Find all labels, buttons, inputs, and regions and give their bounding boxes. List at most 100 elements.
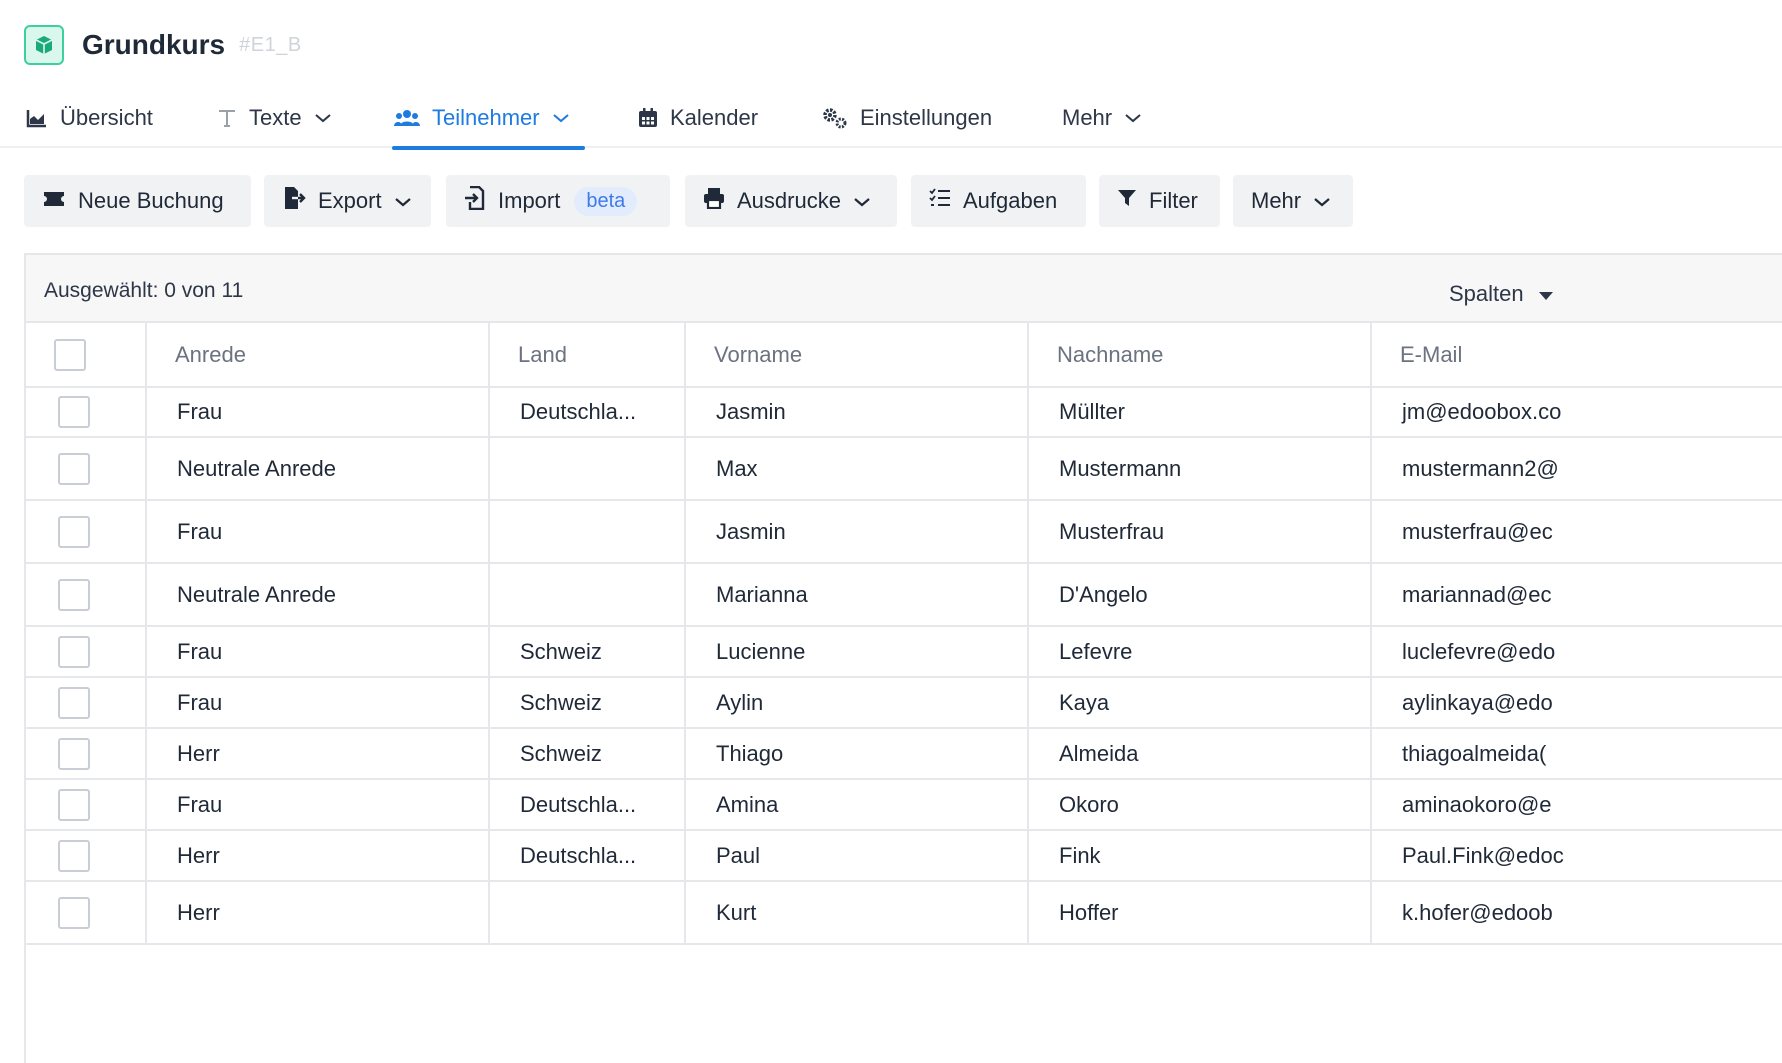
cell-anrede: Frau [146, 677, 490, 729]
column-header-anrede[interactable]: Anrede [146, 323, 490, 388]
main-tabs: Übersicht Texte Teilnehmer Kalender Eins… [0, 88, 1782, 150]
tab-einstellungen[interactable]: Einstellungen [822, 88, 992, 148]
select-all-checkbox[interactable] [54, 338, 86, 371]
chevron-down-icon [552, 112, 570, 124]
cell-anrede: Herr [146, 830, 490, 882]
table-row[interactable]: Neutrale Anrede Marianna D'Angelo marian… [26, 563, 1782, 627]
cell-email: musterfrau@ec [1371, 500, 1782, 564]
cell-anrede: Neutrale Anrede [146, 563, 490, 627]
row-select-cell [26, 387, 147, 438]
tab-label: Einstellungen [860, 105, 993, 130]
table-row[interactable]: Neutrale Anrede Max Mustermann musterman… [26, 437, 1782, 501]
chevron-down-icon [394, 188, 412, 214]
cell-email: aminaokoro@e [1371, 779, 1782, 831]
file-import-icon [464, 185, 486, 216]
print-icon [703, 187, 725, 215]
cell-land: Schweiz [489, 677, 686, 729]
chevron-down-icon [1313, 188, 1331, 214]
export-button[interactable]: Export [264, 175, 431, 227]
column-header-nachname[interactable]: Nachname [1028, 323, 1372, 388]
table-row[interactable]: Herr Kurt Hoffer k.hofer@edoob [26, 881, 1782, 945]
table-row[interactable]: Herr Deutschla... Paul Fink Paul.Fink@ed… [26, 830, 1782, 882]
select-all-cell [26, 323, 147, 388]
column-header-land[interactable]: Land [489, 323, 686, 388]
cell-nachname: D'Angelo [1028, 563, 1372, 627]
cell-nachname: Hoffer [1028, 881, 1372, 945]
text-icon [217, 108, 237, 128]
row-checkbox[interactable] [58, 788, 90, 821]
cell-land: Deutschla... [489, 779, 686, 831]
table-row[interactable]: Frau Deutschla... Jasmin Müllter jm@edoo… [26, 387, 1782, 438]
cell-land [489, 500, 686, 564]
tab-label: Teilnehmer [432, 105, 540, 130]
table-row[interactable]: Frau Jasmin Musterfrau musterfrau@ec [26, 500, 1782, 564]
chevron-down-icon [1124, 112, 1142, 124]
column-header-email[interactable]: E-Mail [1371, 323, 1782, 388]
row-select-cell [26, 728, 147, 780]
row-checkbox[interactable] [58, 896, 90, 929]
printouts-button[interactable]: Ausdrucke [685, 175, 897, 227]
row-select-cell [26, 677, 147, 729]
row-checkbox[interactable] [58, 452, 90, 485]
cell-nachname: Fink [1028, 830, 1372, 882]
row-checkbox[interactable] [58, 686, 90, 719]
table-row[interactable]: Herr Schweiz Thiago Almeida thiagoalmeid… [26, 728, 1782, 780]
import-button[interactable]: Import beta [446, 175, 670, 227]
tab-mehr[interactable]: Mehr [1062, 88, 1142, 148]
chart-area-icon [26, 108, 48, 128]
cell-nachname: Musterfrau [1028, 500, 1372, 564]
row-checkbox[interactable] [58, 839, 90, 872]
cell-vorname: Kurt [685, 881, 1029, 945]
more-button[interactable]: Mehr [1233, 175, 1353, 227]
task-list-icon [929, 188, 951, 214]
row-select-cell [26, 563, 147, 627]
printouts-label: Ausdrucke [737, 188, 841, 213]
cogs-icon [822, 107, 848, 129]
cell-email: mustermann2@ [1371, 437, 1782, 501]
tab-uebersicht[interactable]: Übersicht [26, 88, 153, 148]
cell-land: Deutschla... [489, 830, 686, 882]
import-label: Import [498, 188, 561, 213]
cell-anrede: Herr [146, 881, 490, 945]
filter-button[interactable]: Filter [1099, 175, 1220, 227]
tab-label: Mehr [1062, 105, 1113, 130]
selection-count: Ausgewählt: 0 von 11 [44, 279, 244, 302]
row-checkbox[interactable] [58, 635, 90, 668]
tasks-button[interactable]: Aufgaben [911, 175, 1086, 227]
row-checkbox[interactable] [58, 396, 90, 428]
tab-teilnehmer[interactable]: Teilnehmer [392, 88, 585, 150]
cell-email: thiagoalmeida( [1371, 728, 1782, 780]
new-booking-button[interactable]: Neue Buchung [24, 175, 251, 227]
cell-land: Schweiz [489, 728, 686, 780]
cell-nachname: Mustermann [1028, 437, 1372, 501]
columns-label: Spalten [1449, 281, 1524, 306]
beta-badge: beta [574, 186, 638, 216]
row-checkbox[interactable] [58, 578, 90, 611]
row-select-cell [26, 881, 147, 945]
cell-vorname: Jasmin [685, 500, 1029, 564]
tab-label: Texte [249, 105, 302, 130]
page-title: Grundkurs [82, 29, 226, 60]
cell-nachname: Lefevre [1028, 626, 1372, 678]
table-row[interactable]: Frau Schweiz Lucienne Lefevre luclefevre… [26, 626, 1782, 678]
users-icon [394, 108, 420, 128]
row-checkbox[interactable] [58, 737, 90, 770]
cell-vorname: Marianna [685, 563, 1029, 627]
cell-email: aylinkaya@edo [1371, 677, 1782, 729]
tab-texte[interactable]: Texte [217, 88, 332, 148]
table-row[interactable]: Frau Deutschla... Amina Okoro aminaokoro… [26, 779, 1782, 831]
chevron-down-icon [853, 188, 871, 214]
column-header-vorname[interactable]: Vorname [685, 323, 1029, 388]
columns-button[interactable]: Spalten [1449, 281, 1554, 307]
row-select-cell [26, 779, 147, 831]
participants-panel: Ausgewählt: 0 von 11 Spalten Anrede Land… [24, 253, 1782, 1063]
row-select-cell [26, 830, 147, 882]
tasks-label: Aufgaben [963, 188, 1058, 213]
row-checkbox[interactable] [58, 515, 90, 548]
ticket-icon [42, 188, 66, 214]
row-select-cell [26, 500, 147, 564]
table-row[interactable]: Frau Schweiz Aylin Kaya aylinkaya@edo [26, 677, 1782, 729]
cell-vorname: Thiago [685, 728, 1029, 780]
tab-kalender[interactable]: Kalender [638, 88, 758, 148]
cell-vorname: Amina [685, 779, 1029, 831]
